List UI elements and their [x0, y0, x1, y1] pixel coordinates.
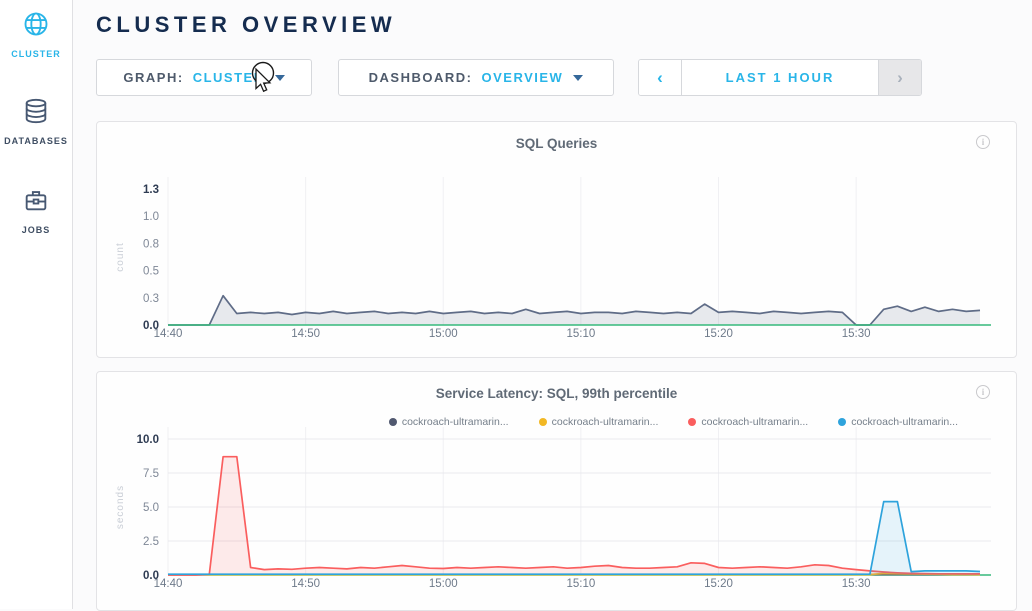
svg-text:15:00: 15:00 [429, 328, 458, 340]
svg-text:15:10: 15:10 [566, 328, 595, 340]
main-content: CLUSTER OVERVIEW GRAPH: CLUSTER DASHBOAR… [73, 0, 1032, 609]
svg-text:0.3: 0.3 [143, 293, 159, 305]
sidebar-item-label: DATABASES [4, 136, 68, 146]
dashboard-dropdown-label: DASHBOARD: [369, 70, 473, 85]
graph-dropdown[interactable]: GRAPH: CLUSTER [96, 59, 312, 96]
svg-text:0.0: 0.0 [143, 320, 159, 332]
dashboard-dropdown-value: OVERVIEW [482, 70, 564, 85]
sidebar-item-label: JOBS [22, 225, 51, 235]
svg-text:7.5: 7.5 [143, 468, 159, 480]
svg-text:15:30: 15:30 [842, 578, 871, 590]
svg-text:1.0: 1.0 [143, 211, 159, 223]
svg-text:15:30: 15:30 [842, 328, 871, 340]
svg-text:0.5: 0.5 [143, 266, 159, 278]
svg-text:count: count [115, 242, 126, 271]
svg-text:2.5: 2.5 [143, 536, 159, 548]
sidebar-item-cluster[interactable]: CLUSTER [0, 10, 72, 59]
service-latency-chart[interactable]: 14:4014:5015:0015:1015:2015:300.02.55.07… [97, 372, 1018, 609]
svg-text:0.0: 0.0 [143, 570, 159, 582]
timerange-value[interactable]: LAST 1 HOUR [681, 60, 879, 95]
timerange-next-button[interactable]: › [879, 60, 921, 95]
timerange-selector: ‹ LAST 1 HOUR › [638, 59, 922, 96]
database-icon [22, 97, 50, 130]
svg-text:5.0: 5.0 [143, 502, 159, 514]
svg-text:14:50: 14:50 [291, 578, 320, 590]
sidebar-item-jobs[interactable]: JOBS [0, 186, 72, 235]
sql-queries-panel: SQL Queries i 14:4014:5015:0015:1015:201… [96, 121, 1017, 358]
chevron-left-icon: ‹ [657, 68, 663, 88]
sidebar: CLUSTER DATABASES JOBS [0, 0, 73, 609]
svg-text:seconds: seconds [115, 485, 126, 529]
svg-text:14:50: 14:50 [291, 328, 320, 340]
sidebar-item-label: CLUSTER [11, 49, 61, 59]
sidebar-item-databases[interactable]: DATABASES [0, 97, 72, 146]
svg-text:15:10: 15:10 [566, 578, 595, 590]
chevron-down-icon [275, 75, 285, 81]
graph-dropdown-value: CLUSTER [193, 70, 265, 85]
page-title: CLUSTER OVERVIEW [96, 12, 1032, 38]
svg-text:10.0: 10.0 [137, 434, 159, 446]
svg-text:15:00: 15:00 [429, 578, 458, 590]
timerange-prev-button[interactable]: ‹ [639, 60, 681, 95]
sql-queries-chart[interactable]: 14:4014:5015:0015:1015:2015:300.00.30.50… [97, 122, 1018, 359]
svg-text:0.8: 0.8 [143, 238, 159, 250]
svg-text:1.3: 1.3 [143, 184, 159, 196]
chevron-down-icon [573, 75, 583, 81]
svg-text:15:20: 15:20 [704, 578, 733, 590]
svg-text:15:20: 15:20 [704, 328, 733, 340]
dashboard-dropdown[interactable]: DASHBOARD: OVERVIEW [338, 59, 614, 96]
controls-bar: GRAPH: CLUSTER DASHBOARD: OVERVIEW ‹ LAS… [96, 59, 922, 96]
chevron-right-icon: › [897, 68, 903, 88]
graph-dropdown-label: GRAPH: [123, 70, 183, 85]
globe-icon [22, 10, 50, 43]
service-latency-panel: Service Latency: SQL, 99th percentile i … [96, 371, 1017, 611]
briefcase-icon [22, 186, 50, 219]
